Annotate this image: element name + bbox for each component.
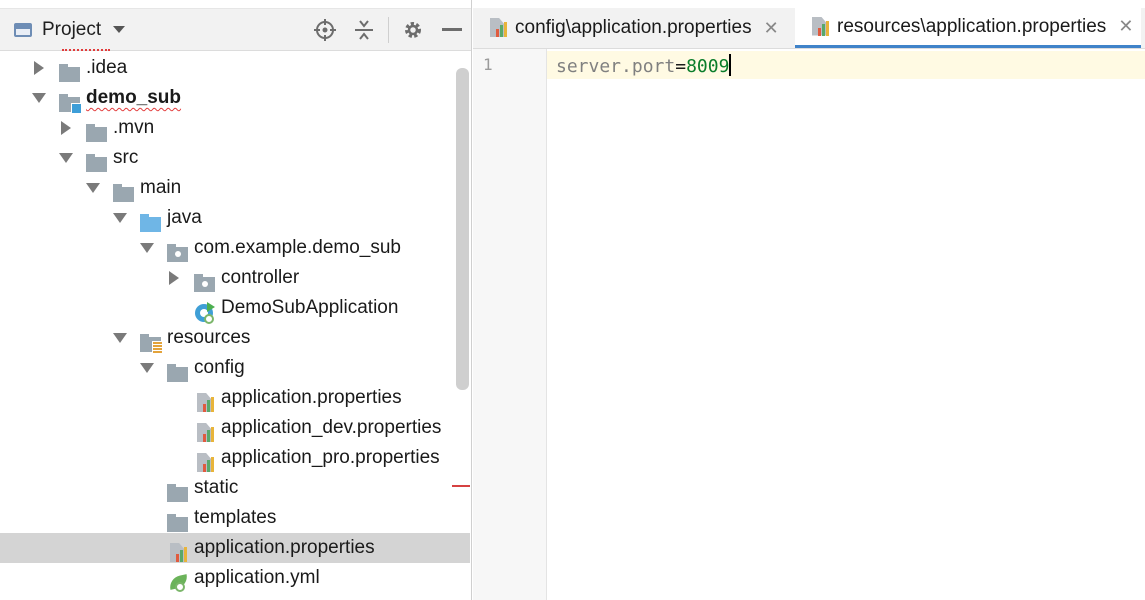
folder-icon <box>167 513 189 533</box>
collapse-arrow-icon[interactable] <box>164 263 184 293</box>
tab-config-application-properties[interactable]: config\application.properties ✕ <box>487 8 805 48</box>
tree-item[interactable]: static <box>0 473 470 503</box>
code-editor[interactable]: server.port=8009 <box>556 54 732 79</box>
tree-item-label: resources <box>167 327 251 348</box>
tree-item-label: DemoSubApplication <box>221 297 399 318</box>
line-number-gutter[interactable]: 1 <box>473 49 547 600</box>
source-folder-icon <box>140 213 162 233</box>
project-panel: Project .idea demo_sub .mvn src main java com.… <box>0 0 472 600</box>
properties-file-icon <box>194 453 216 473</box>
expand-arrow-icon[interactable] <box>110 323 130 353</box>
line-number: 1 <box>483 55 493 74</box>
collapse-all-icon[interactable] <box>347 9 381 50</box>
properties-file-icon <box>194 423 216 443</box>
spring-yml-icon <box>167 573 190 593</box>
folder-icon <box>86 153 108 173</box>
tree-item[interactable]: application.properties <box>0 383 470 413</box>
tree-item[interactable]: demo_sub <box>0 83 470 114</box>
tree-item-label: application.properties <box>221 387 402 408</box>
properties-file-icon <box>194 393 216 413</box>
folder-icon <box>86 123 108 143</box>
tree-item[interactable]: controller <box>0 263 470 293</box>
tree-item[interactable]: application.yml <box>0 563 470 593</box>
folder-icon <box>59 63 81 83</box>
editor-tab-bar: config\application.properties ✕ resource… <box>473 8 1145 49</box>
collapse-arrow-icon[interactable] <box>29 53 49 83</box>
tree-item-label: java <box>167 207 202 228</box>
collapse-arrow-icon[interactable] <box>56 113 76 143</box>
tree-item-label: static <box>194 477 239 498</box>
editor-area: config\application.properties ✕ resource… <box>473 0 1145 600</box>
tree-item[interactable]: config <box>0 353 470 383</box>
tree-item[interactable]: application_dev.properties <box>0 413 470 443</box>
gear-icon[interactable] <box>396 9 430 50</box>
package-icon <box>194 273 216 293</box>
property-separator: = <box>675 56 687 77</box>
project-view-selector[interactable]: Project <box>14 9 126 50</box>
tree-item[interactable]: .idea <box>0 53 470 83</box>
tree-item[interactable]: application.properties <box>0 533 470 563</box>
tree-item-label: main <box>140 177 182 198</box>
tab-label: config\application.properties <box>515 17 752 38</box>
text-cursor <box>729 54 732 76</box>
tree-item[interactable]: main <box>0 173 470 203</box>
project-window-icon <box>14 22 32 37</box>
spring-boot-app-icon <box>194 302 216 324</box>
expand-arrow-icon[interactable] <box>29 83 49 113</box>
tree-item[interactable]: application_pro.properties <box>0 443 470 473</box>
tree-item[interactable]: com.example.demo_sub <box>0 233 470 263</box>
tree-item-label: application.properties <box>194 537 375 558</box>
tree-item-label: com.example.demo_sub <box>194 237 401 258</box>
close-icon[interactable]: ✕ <box>764 18 779 39</box>
folder-icon <box>113 183 135 203</box>
locate-icon[interactable] <box>308 9 342 50</box>
project-title: Project <box>42 18 102 40</box>
properties-file-icon <box>809 16 829 37</box>
error-underline <box>62 47 110 51</box>
hide-icon[interactable] <box>435 9 469 50</box>
project-panel-header: Project <box>0 8 471 51</box>
expand-arrow-icon[interactable] <box>83 173 103 203</box>
tree-item-label: templates <box>194 507 277 528</box>
tree-item[interactable]: templates <box>0 503 470 533</box>
tree-item-label: config <box>194 357 245 378</box>
property-key: server.port <box>556 56 676 77</box>
tree-item[interactable]: java <box>0 203 470 233</box>
tree-item-label: controller <box>221 267 300 288</box>
tab-label: resources\application.properties <box>837 15 1107 37</box>
properties-file-icon <box>487 18 507 38</box>
tree-item-label: application_dev.properties <box>221 417 442 438</box>
resources-folder-icon <box>140 333 163 354</box>
tree-item-label: src <box>113 147 139 168</box>
chevron-down-icon <box>113 26 126 33</box>
tree-item-label: demo_sub <box>86 87 182 108</box>
expand-arrow-icon[interactable] <box>137 233 157 263</box>
tree-item-label: .mvn <box>113 117 155 138</box>
module-folder-icon <box>59 93 82 114</box>
tree-item-label: .idea <box>86 57 128 78</box>
folder-icon <box>167 363 189 383</box>
tree-item[interactable]: DemoSubApplication <box>0 293 470 324</box>
expand-arrow-icon[interactable] <box>56 143 76 173</box>
toolbar-separator <box>388 17 389 43</box>
expand-arrow-icon[interactable] <box>110 203 130 233</box>
close-icon[interactable]: ✕ <box>1118 16 1133 37</box>
tree-item[interactable]: resources <box>0 323 470 354</box>
error-stripe-marker <box>452 485 470 487</box>
properties-file-icon <box>167 543 189 563</box>
package-icon <box>167 243 189 263</box>
expand-arrow-icon[interactable] <box>137 353 157 383</box>
tree-item-label: application.yml <box>194 567 320 588</box>
vertical-scrollbar[interactable] <box>456 68 469 390</box>
tree-item-label: application_pro.properties <box>221 447 440 468</box>
property-value: 8009 <box>686 56 730 77</box>
tree-item[interactable]: .mvn <box>0 113 470 143</box>
tab-resources-application-properties[interactable]: resources\application.properties ✕ <box>795 8 1141 48</box>
tree-item[interactable]: src <box>0 143 470 173</box>
folder-icon <box>167 483 189 503</box>
